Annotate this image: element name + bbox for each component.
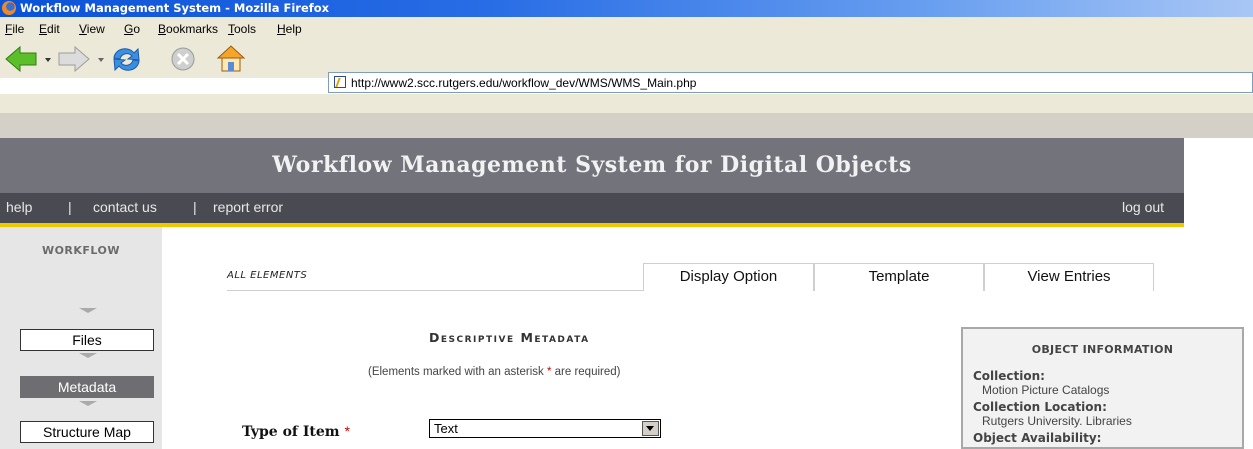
site-favicon-icon [334, 76, 346, 88]
selected-value: Text [434, 421, 458, 436]
menu-tools[interactable]: Tools [228, 22, 256, 36]
collection-location-key: Collection Location: [973, 400, 1107, 414]
collection-location-value: Rutgers University. Libraries [982, 414, 1132, 428]
view-entries-button[interactable]: View Entries [984, 263, 1154, 291]
collection-key: Collection: [973, 369, 1045, 383]
forward-arrow-icon[interactable] [58, 45, 90, 73]
back-arrow-icon[interactable] [5, 45, 37, 73]
menu-bookmarks[interactable]: Bookmarks [158, 22, 218, 36]
menu-help[interactable]: Help [277, 22, 302, 36]
link-separator: | [68, 199, 72, 215]
navigation-buttons [5, 45, 246, 73]
window-title-bar[interactable]: Workflow Management System - Mozilla Fir… [0, 0, 1253, 17]
stop-icon[interactable] [171, 47, 195, 71]
collection-value: Motion Picture Catalogs [982, 383, 1110, 397]
step-arrow-icon [79, 401, 97, 406]
header-link-bar: help | contact us | report error log out [0, 193, 1184, 227]
contact-us-link[interactable]: contact us [93, 199, 157, 215]
workflow-sidebar: WORKFLOW Files Metadata Structure Map [0, 227, 162, 449]
required-asterisk: * [344, 423, 350, 439]
page-header: Workflow Management System for Digital O… [0, 138, 1184, 193]
page-title: Workflow Management System for Digital O… [272, 152, 912, 178]
menu-edit[interactable]: Edit [39, 22, 60, 36]
workflow-label: WORKFLOW [41, 244, 121, 257]
address-bar[interactable]: http://www2.scc.rutgers.edu/workflow_dev… [328, 72, 1253, 93]
display-option-button[interactable]: Display Option [643, 263, 814, 291]
log-out-link[interactable]: log out [1122, 199, 1164, 215]
template-button[interactable]: Template [814, 263, 984, 291]
report-error-link[interactable]: report error [213, 199, 283, 215]
help-link[interactable]: help [6, 199, 32, 215]
menu-bar: File Edit View Go Bookmarks Tools Help [0, 17, 1253, 41]
menu-view[interactable]: View [79, 22, 105, 36]
all-elements-tab[interactable]: ALL ELEMENTS [227, 270, 307, 281]
type-of-item-label: Type of Item * [242, 423, 350, 440]
home-icon[interactable] [216, 45, 246, 72]
back-dropdown-icon[interactable] [45, 58, 51, 62]
object-information-panel: OBJECT INFORMATION Collection: Motion Pi… [961, 327, 1244, 449]
firefox-logo-icon [2, 1, 16, 15]
dropdown-arrow-icon[interactable] [642, 421, 659, 436]
sidebar-item-metadata[interactable]: Metadata [20, 376, 154, 398]
forward-dropdown-icon[interactable] [98, 58, 104, 62]
step-arrow-icon [79, 353, 97, 358]
link-separator: | [193, 199, 197, 215]
section-title: Descriptive Metadata [429, 330, 590, 345]
required-note: (Elements marked with an asterisk * are … [368, 366, 621, 378]
sidebar-item-files[interactable]: Files [20, 329, 154, 351]
reload-icon[interactable] [113, 47, 140, 72]
sidebar-item-structure-map[interactable]: Structure Map [20, 421, 154, 443]
panel-heading: OBJECT INFORMATION [1031, 343, 1174, 356]
menu-go[interactable]: Go [124, 22, 140, 36]
type-of-item-select[interactable]: Text [429, 419, 661, 438]
toolbar-spacer [0, 94, 1253, 113]
url-text: http://www2.scc.rutgers.edu/workflow_dev… [351, 76, 697, 90]
object-availability-key: Object Availability: [973, 431, 1102, 445]
bookmarks-toolbar [0, 113, 1253, 138]
step-arrow-icon [79, 308, 97, 313]
window-title: Workflow Management System - Mozilla Fir… [20, 1, 330, 15]
menu-file[interactable]: File [5, 22, 24, 36]
